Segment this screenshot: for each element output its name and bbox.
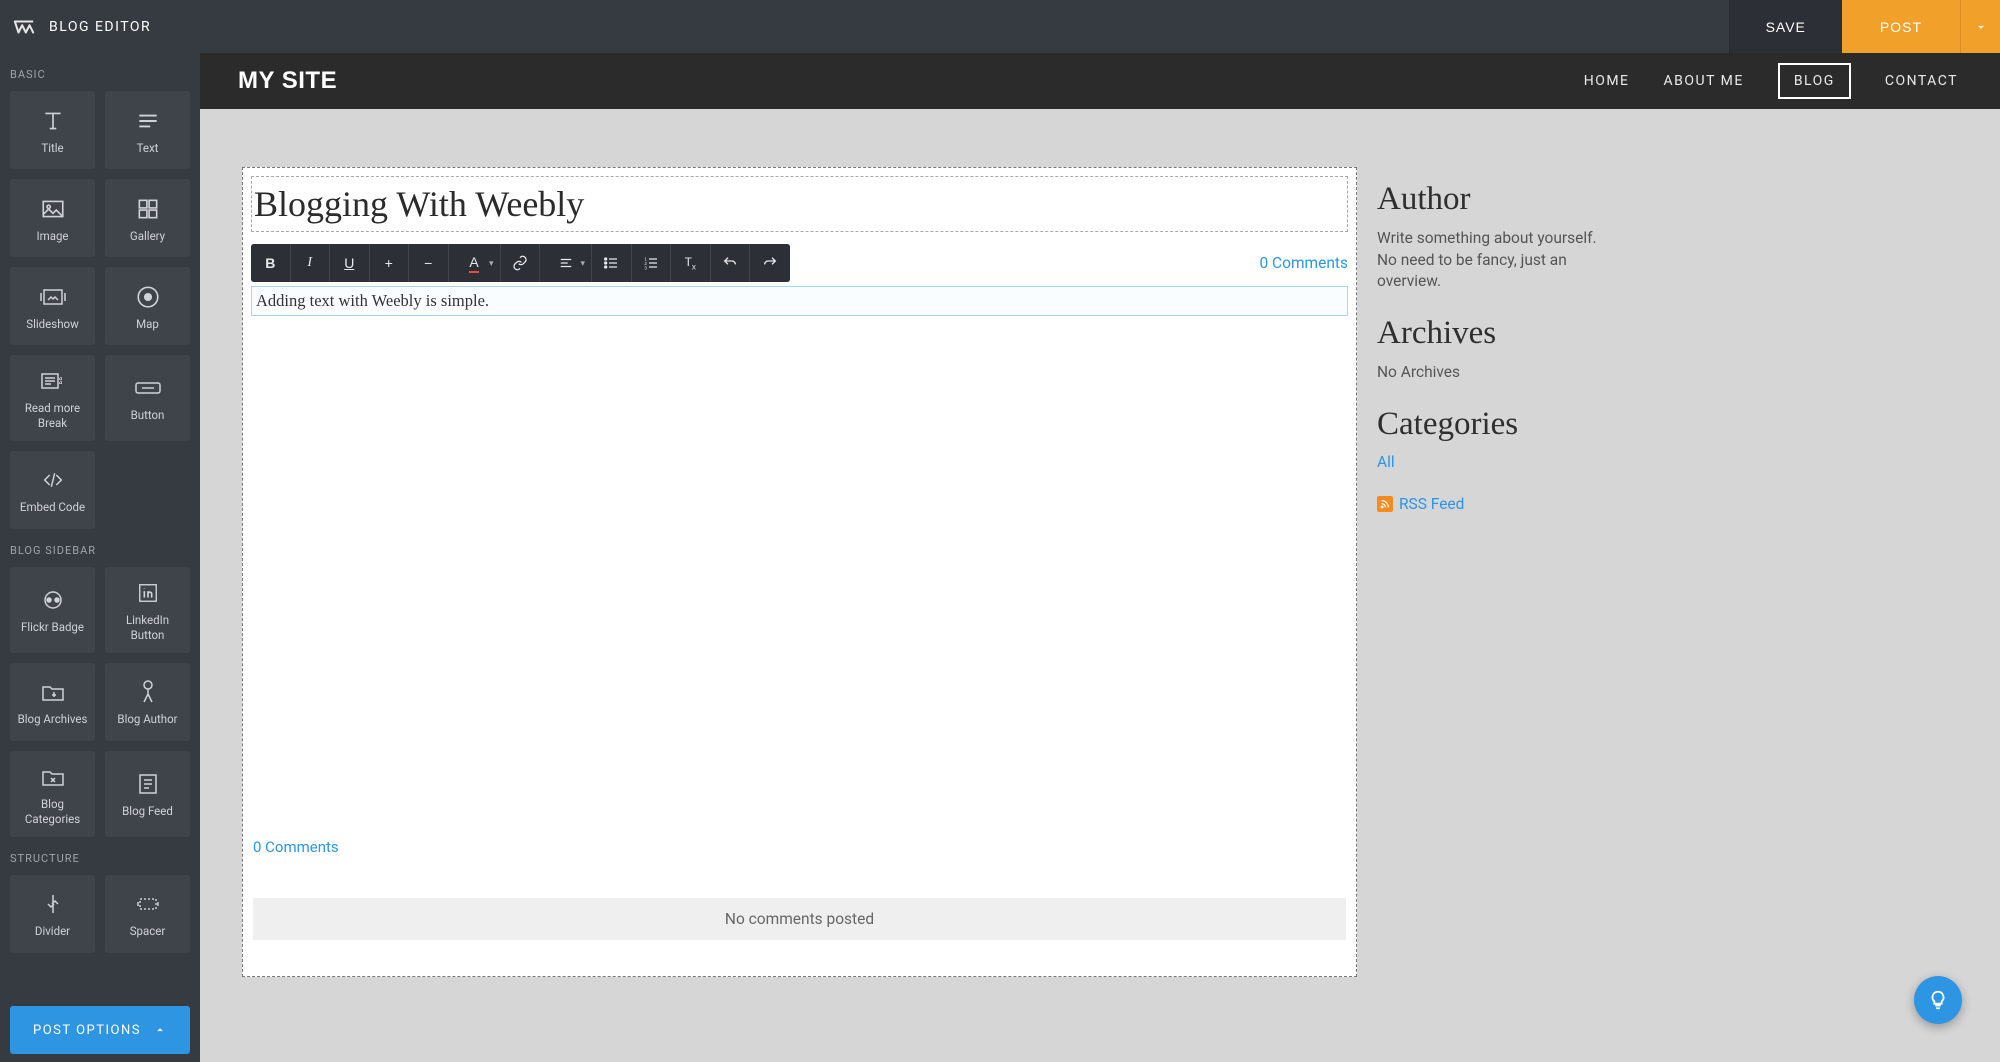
linkedin-icon bbox=[137, 579, 159, 607]
archives-text: No Archives bbox=[1377, 362, 1602, 384]
clear-format-button[interactable]: Tx bbox=[671, 244, 711, 282]
flickr-icon bbox=[39, 586, 67, 614]
bullet-list-icon bbox=[603, 255, 619, 271]
author-heading: Author bbox=[1377, 181, 1602, 218]
tile-linkedin-button[interactable]: LinkedIn Button bbox=[105, 567, 190, 653]
chevron-up-icon bbox=[153, 1023, 167, 1037]
post-button[interactable]: POST bbox=[1842, 0, 1960, 53]
svg-text:3: 3 bbox=[644, 266, 647, 271]
section-label-basic: BASIC bbox=[10, 53, 190, 91]
tile-divider[interactable]: Divider bbox=[10, 875, 95, 953]
nav-blog[interactable]: BLOG bbox=[1778, 63, 1851, 99]
divider-icon bbox=[40, 890, 66, 918]
rss-feed-link[interactable]: RSS Feed bbox=[1399, 495, 1464, 513]
link-button[interactable] bbox=[501, 244, 541, 282]
tile-title[interactable]: Title bbox=[10, 91, 95, 169]
chevron-down-icon bbox=[1974, 20, 1988, 34]
app-title: BLOG EDITOR bbox=[49, 19, 151, 35]
topbar-right: SAVE POST bbox=[1729, 0, 2000, 53]
blog-post-area[interactable]: Blogging With Weebly B I U + − A▾ ▾ bbox=[242, 167, 1357, 977]
archives-icon bbox=[40, 678, 66, 706]
number-list-icon: 123 bbox=[643, 255, 659, 271]
map-icon bbox=[135, 283, 161, 311]
undo-icon bbox=[722, 255, 738, 271]
code-icon bbox=[40, 466, 66, 494]
tile-blog-categories[interactable]: Blog Categories bbox=[10, 751, 95, 837]
feed-icon bbox=[136, 770, 160, 798]
help-fab-button[interactable] bbox=[1914, 976, 1962, 1024]
author-description[interactable]: Write something about yourself. No need … bbox=[1377, 228, 1602, 293]
button-icon bbox=[134, 374, 162, 402]
text-icon bbox=[135, 107, 161, 135]
editor-canvas: MY SITE HOME ABOUT ME BLOG CONTACT Blogg… bbox=[200, 53, 2000, 1062]
tile-button[interactable]: Button bbox=[105, 355, 190, 441]
tile-blog-author[interactable]: Blog Author bbox=[105, 663, 190, 741]
spacer-icon bbox=[135, 890, 161, 918]
save-button[interactable]: SAVE bbox=[1729, 0, 1842, 53]
section-label-blog-sidebar: BLOG SIDEBAR bbox=[10, 529, 190, 567]
text-toolbar: B I U + − A▾ ▾ 123 Tx bbox=[251, 244, 790, 282]
nav-contact[interactable]: CONTACT bbox=[1885, 65, 1958, 97]
text-color-button[interactable]: A▾ bbox=[449, 244, 501, 282]
italic-button[interactable]: I bbox=[291, 244, 331, 282]
category-all-link[interactable]: All bbox=[1377, 453, 1602, 471]
redo-button[interactable] bbox=[750, 244, 790, 282]
align-button[interactable]: ▾ bbox=[540, 244, 592, 282]
tile-slideshow[interactable]: Slideshow bbox=[10, 267, 95, 345]
weebly-logo-icon bbox=[13, 16, 35, 38]
tile-blog-archives[interactable]: Blog Archives bbox=[10, 663, 95, 741]
gallery-icon bbox=[135, 195, 161, 223]
comments-count-top[interactable]: 0 Comments bbox=[1259, 254, 1348, 272]
align-icon bbox=[559, 256, 573, 270]
undo-button[interactable] bbox=[711, 244, 751, 282]
nav-about-me[interactable]: ABOUT ME bbox=[1664, 65, 1744, 97]
comments-count-bottom[interactable]: 0 Comments bbox=[253, 838, 339, 856]
tile-image[interactable]: Image bbox=[10, 179, 95, 257]
topbar-left: BLOG EDITOR bbox=[0, 16, 151, 38]
post-options-button[interactable]: POST OPTIONS bbox=[10, 1006, 190, 1054]
link-icon bbox=[512, 255, 528, 271]
app-topbar: BLOG EDITOR SAVE POST bbox=[0, 0, 2000, 53]
lightbulb-icon bbox=[1927, 989, 1949, 1011]
tile-flickr-badge[interactable]: Flickr Badge bbox=[10, 567, 95, 653]
tile-blog-feed[interactable]: Blog Feed bbox=[105, 751, 190, 837]
site-nav: HOME ABOUT ME BLOG CONTACT bbox=[1584, 63, 1958, 99]
tile-embed-code[interactable]: Embed Code bbox=[10, 451, 95, 529]
number-list-button[interactable]: 123 bbox=[632, 244, 672, 282]
tile-read-more[interactable]: Read more Break bbox=[10, 355, 95, 441]
author-icon bbox=[137, 678, 159, 706]
site-title[interactable]: MY SITE bbox=[238, 67, 337, 95]
nav-home[interactable]: HOME bbox=[1584, 65, 1630, 97]
decrease-size-button[interactable]: − bbox=[409, 244, 449, 282]
rss-icon bbox=[1377, 496, 1393, 512]
section-label-structure: STRUCTURE bbox=[10, 837, 190, 875]
post-title-field[interactable]: Blogging With Weebly bbox=[251, 176, 1348, 232]
bullet-list-button[interactable] bbox=[592, 244, 632, 282]
elements-sidebar: BASIC Title Text Image Gallery bbox=[0, 53, 200, 1062]
categories-heading: Categories bbox=[1377, 406, 1602, 443]
categories-icon bbox=[40, 763, 66, 791]
image-icon bbox=[40, 195, 66, 223]
title-icon bbox=[40, 107, 66, 135]
post-dropdown-button[interactable] bbox=[1960, 0, 2000, 53]
tile-gallery[interactable]: Gallery bbox=[105, 179, 190, 257]
tile-spacer[interactable]: Spacer bbox=[105, 875, 190, 953]
site-header: MY SITE HOME ABOUT ME BLOG CONTACT bbox=[200, 53, 2000, 109]
no-comments-banner: No comments posted bbox=[253, 898, 1346, 940]
increase-size-button[interactable]: + bbox=[370, 244, 410, 282]
slideshow-icon bbox=[38, 283, 68, 311]
post-body-input[interactable]: Adding text with Weebly is simple. bbox=[251, 286, 1348, 316]
tile-map[interactable]: Map bbox=[105, 267, 190, 345]
blog-sidebar-area: Author Write something about yourself. N… bbox=[1377, 167, 1602, 977]
read-more-icon bbox=[38, 367, 68, 395]
bold-button[interactable]: B bbox=[251, 244, 291, 282]
tile-text[interactable]: Text bbox=[105, 91, 190, 169]
redo-icon bbox=[762, 255, 778, 271]
underline-button[interactable]: U bbox=[330, 244, 370, 282]
archives-heading: Archives bbox=[1377, 315, 1602, 352]
